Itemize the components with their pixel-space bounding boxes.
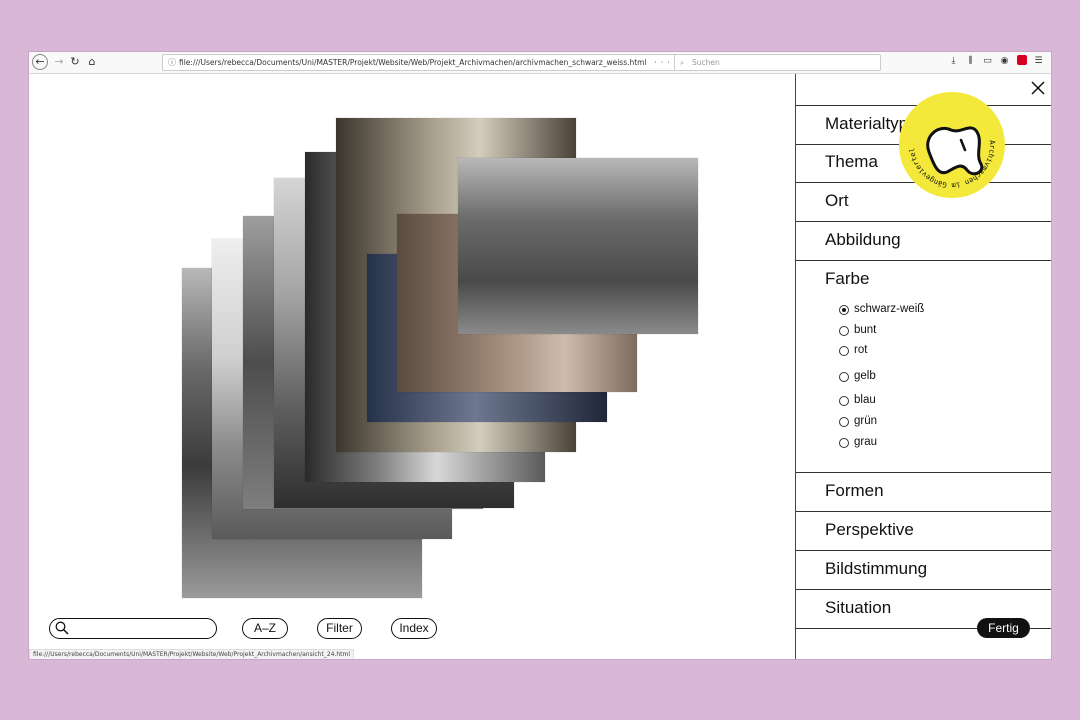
category-label: Bildstimmung <box>825 559 928 578</box>
search-input[interactable] <box>49 618 217 639</box>
category-abbildung[interactable]: Abbildung <box>796 222 1051 261</box>
search-icon: ⌕ <box>680 58 685 67</box>
done-button[interactable]: Fertig <box>977 618 1030 638</box>
url-bar[interactable]: ⓘ file:///Users/rebecca/Documents/Uni/MA… <box>162 54 700 71</box>
az-button[interactable]: A–Z <box>242 618 288 639</box>
extension-icon[interactable] <box>1013 55 1030 66</box>
home-icon: ⌂ <box>88 55 96 68</box>
radio-button[interactable] <box>839 396 849 406</box>
url-text: file:///Users/rebecca/Documents/Uni/MAST… <box>179 58 647 67</box>
reload-icon: ↻ <box>70 55 80 68</box>
back-button[interactable]: ← <box>32 54 48 70</box>
option-label: blau <box>854 394 876 406</box>
category-farbe[interactable]: Farbe <box>796 261 1051 473</box>
browser-window: ← → ↻ ⌂ ⓘ file:///Users/rebecca/Document… <box>29 52 1051 659</box>
page-content: A–Z Filter Index file:///Users/rebecca/D… <box>29 74 1051 659</box>
toolbar-icons: ⤓ ⫼ ▭ ◉ ☰ <box>945 55 1047 66</box>
category-label: Farbe <box>825 269 870 288</box>
home-button[interactable]: ⌂ <box>84 54 100 70</box>
close-icon[interactable] <box>1030 80 1046 96</box>
option-label: rot <box>854 344 868 356</box>
search-icon <box>55 621 69 635</box>
category-label: Ort <box>825 191 849 210</box>
search-placeholder: Suchen <box>692 58 720 67</box>
option-label: bunt <box>854 324 877 336</box>
status-bar-url: file:///Users/rebecca/Documents/Uni/MAST… <box>29 649 355 659</box>
radio-button[interactable] <box>839 346 849 356</box>
logo-seal: Archivmachen im Gängeviertel <box>907 126 997 190</box>
reload-button[interactable]: ↻ <box>67 54 83 70</box>
category-label: Abbildung <box>825 230 901 249</box>
category-formen[interactable]: Formen <box>796 473 1051 512</box>
category-perspektive[interactable]: Perspektive <box>796 512 1051 551</box>
category-bildstimmung[interactable]: Bildstimmung <box>796 551 1051 590</box>
download-icon[interactable]: ⤓ <box>945 56 962 66</box>
archive-photo[interactable] <box>458 158 698 334</box>
option-label: schwarz-weiß <box>854 303 925 315</box>
radio-button[interactable] <box>839 438 849 448</box>
radio-button[interactable] <box>839 372 849 382</box>
sidebar-icon[interactable]: ▭ <box>979 56 996 66</box>
category-label: Situation <box>825 598 892 617</box>
browser-search-input[interactable]: ⌕ Suchen <box>674 54 881 71</box>
option-label: gelb <box>854 370 876 382</box>
radio-button[interactable] <box>839 326 849 336</box>
category-label: Materialtyp <box>825 114 909 133</box>
account-icon[interactable]: ◉ <box>996 56 1013 66</box>
browser-toolbar: ← → ↻ ⌂ ⓘ file:///Users/rebecca/Document… <box>29 52 1051 74</box>
forward-button[interactable]: → <box>51 54 67 70</box>
option-label: grau <box>854 436 878 448</box>
category-label: Thema <box>825 152 878 171</box>
info-icon: ⓘ <box>168 58 176 67</box>
logo-badge: Archivmachen im Gängeviertel <box>899 92 1005 198</box>
arrow-left-icon: ← <box>35 55 45 68</box>
library-icon[interactable]: ⫼ <box>962 56 979 66</box>
more-icon[interactable]: ··· <box>654 58 674 67</box>
arrow-right-icon: → <box>54 55 64 68</box>
index-button[interactable]: Index <box>391 618 437 639</box>
radio-button[interactable] <box>839 305 849 315</box>
category-label: Perspektive <box>825 520 914 539</box>
category-label: Formen <box>825 481 884 500</box>
menu-icon[interactable]: ☰ <box>1030 56 1047 66</box>
option-label: grün <box>854 415 878 427</box>
radio-button[interactable] <box>839 417 849 427</box>
filter-button[interactable]: Filter <box>317 618 362 639</box>
